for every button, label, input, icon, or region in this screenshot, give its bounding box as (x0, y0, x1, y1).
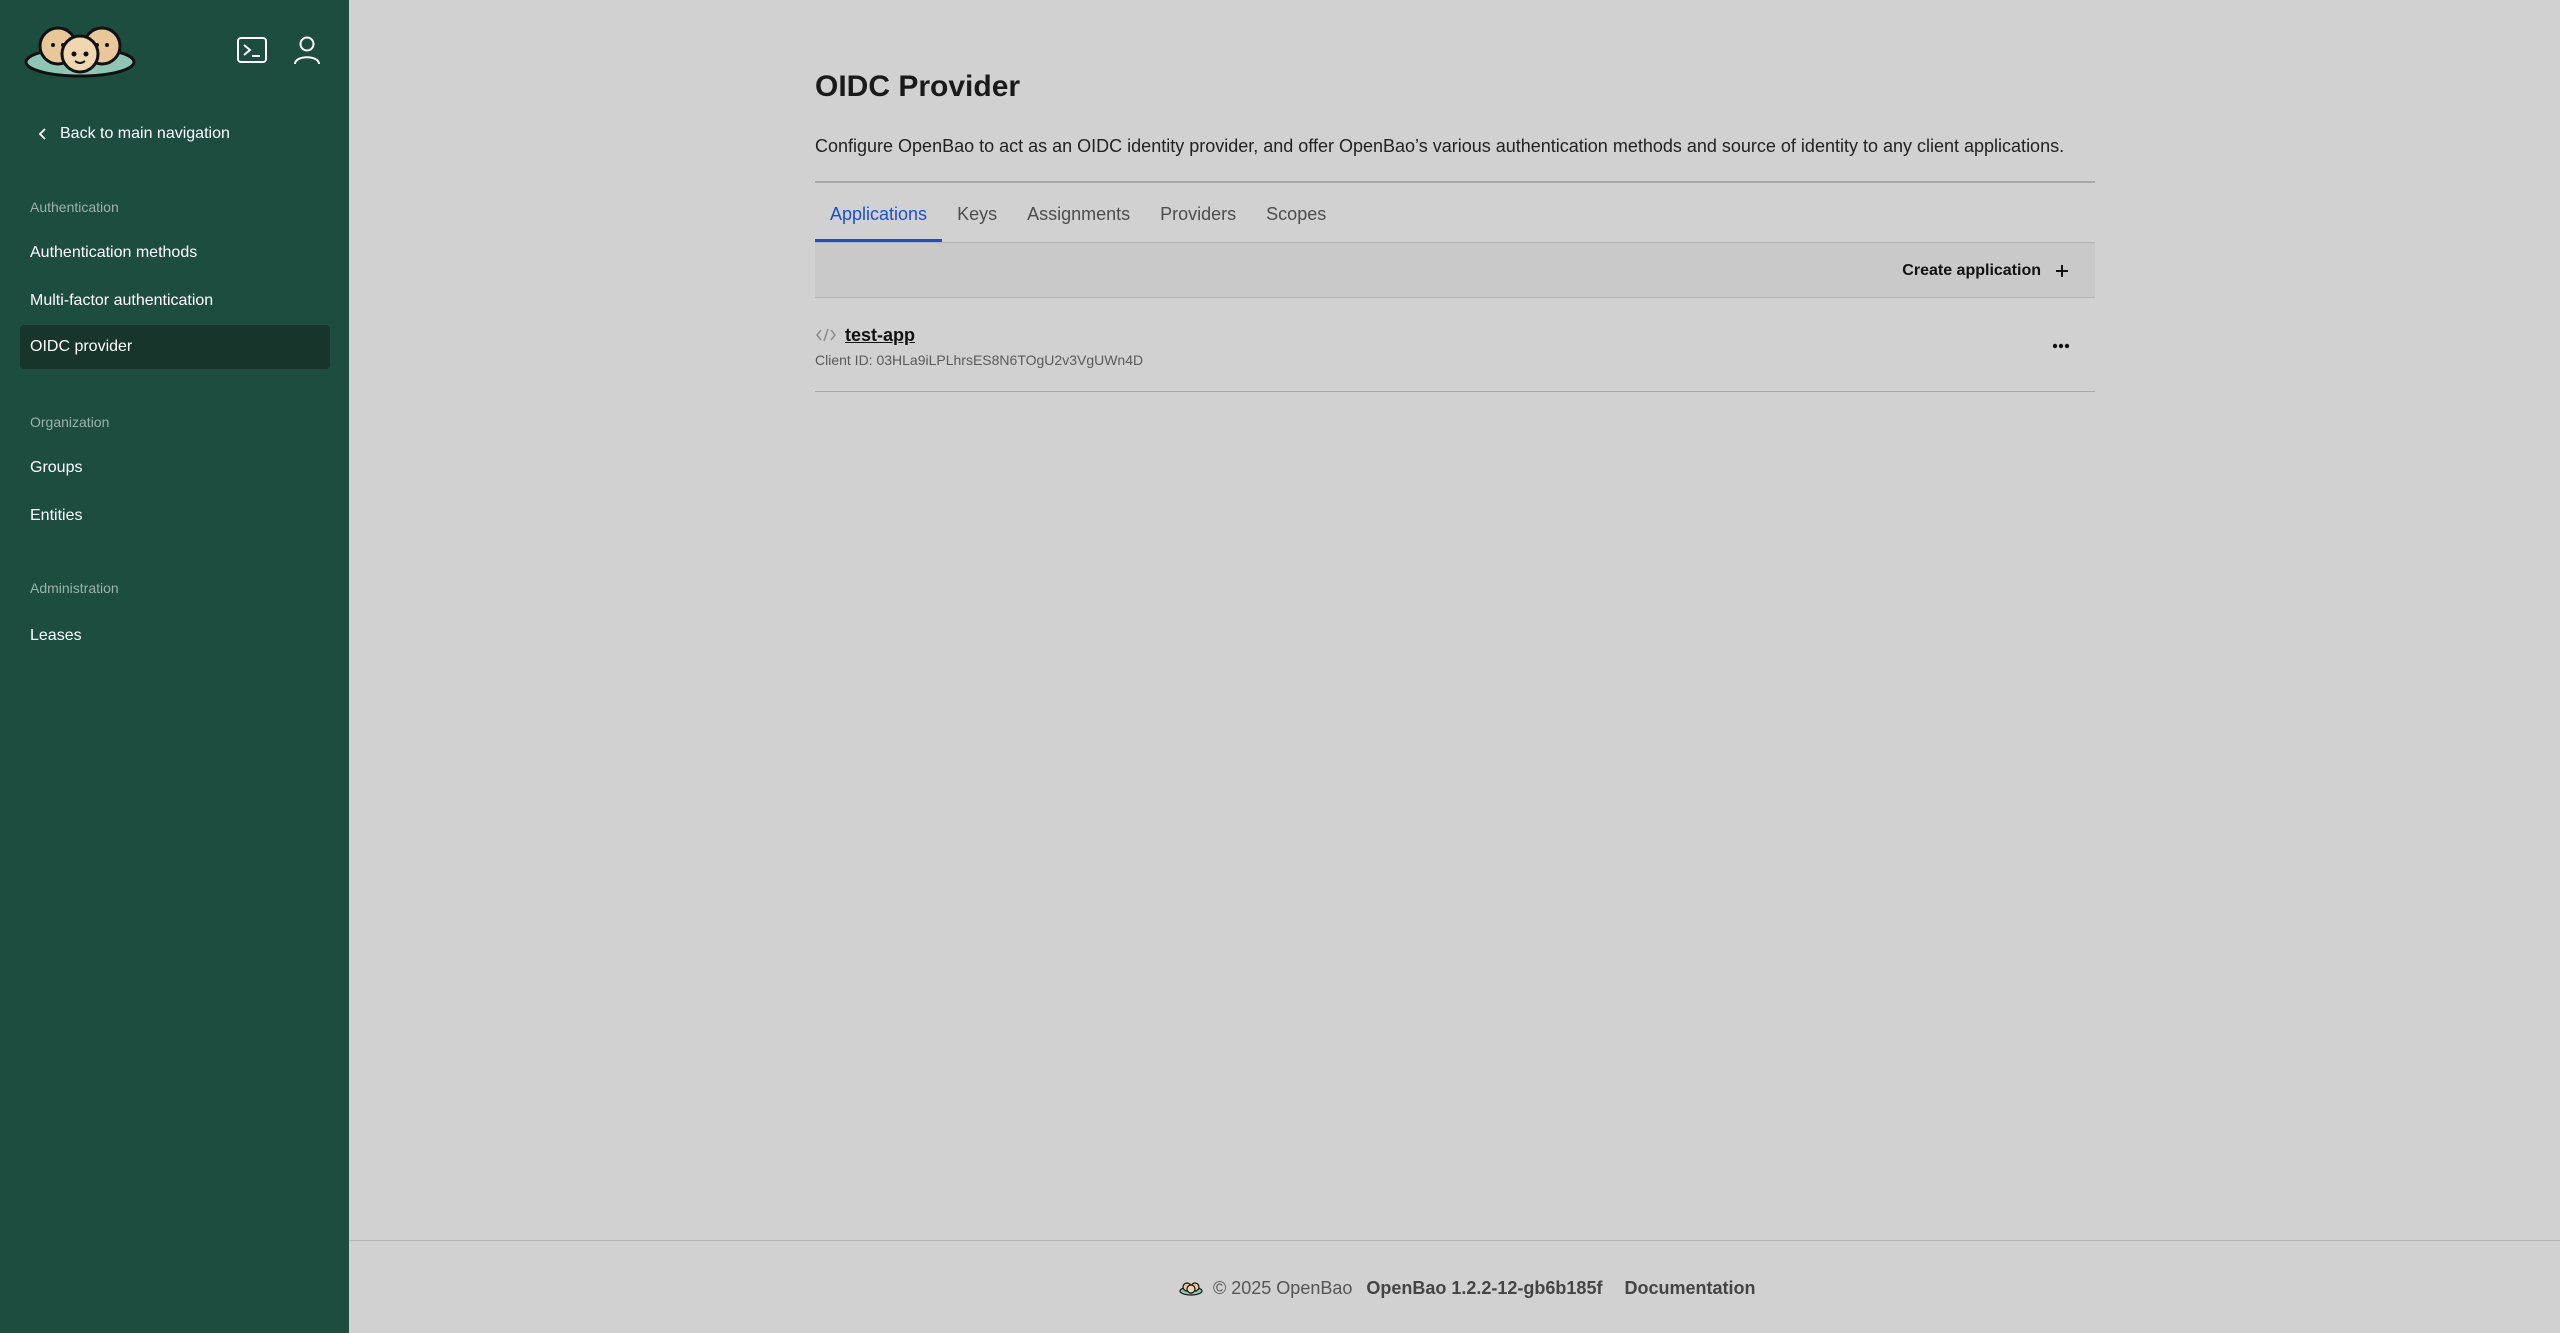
more-options-icon[interactable] (2047, 336, 2075, 356)
plus-icon (2056, 265, 2068, 277)
sidebar-item-label: OIDC provider (30, 338, 133, 355)
back-to-main-navigation-link[interactable]: Back to main navigation (36, 121, 230, 147)
sidebar: Back to main navigation Authentication A… (0, 0, 349, 1333)
application-header: test-app (815, 320, 2095, 350)
page-title: OIDC Provider (815, 70, 1021, 103)
sidebar-item-label: Authentication methods (30, 244, 198, 261)
tab-providers[interactable]: Providers (1145, 198, 1251, 242)
documentation-link[interactable]: Documentation (1624, 1278, 1755, 1299)
footer-copyright: © 2025 OpenBao (1213, 1277, 1353, 1298)
footer-version: OpenBao 1.2.2-12-gb6b185f (1366, 1277, 1603, 1298)
terminal-icon[interactable] (235, 33, 269, 67)
list-item[interactable]: test-app Client ID: 03HLa9iLPLhrsES8N6TO… (815, 320, 2095, 392)
sidebar-item-entities[interactable]: Entities (20, 494, 330, 538)
sidebar-item-label: Leases (30, 627, 82, 644)
tab-bar: Applications Keys Assignments Providers … (815, 198, 1341, 242)
code-icon (816, 328, 836, 342)
section-title-organization: Organization (30, 414, 110, 430)
sidebar-item-oidc-provider[interactable]: OIDC provider (20, 325, 330, 369)
divider (815, 391, 2095, 392)
divider (815, 181, 2095, 183)
sidebar-item-groups[interactable]: Groups (20, 446, 330, 490)
tab-applications[interactable]: Applications (815, 198, 943, 242)
footer: © 2025 OpenBao OpenBao 1.2.2-12-gb6b185f… (349, 1240, 2560, 1333)
create-application-label: Create application (1902, 262, 2041, 279)
sidebar-header (0, 0, 349, 100)
sidebar-item-authentication-methods[interactable]: Authentication methods (20, 231, 330, 275)
openbao-logo-small (1179, 1282, 1203, 1296)
sidebar-item-label: Groups (30, 459, 83, 476)
back-link-label: Back to main navigation (60, 125, 230, 142)
create-application-button[interactable]: Create application (1902, 257, 2069, 285)
sidebar-item-leases[interactable]: Leases (20, 614, 330, 658)
tab-scopes[interactable]: Scopes (1251, 198, 1341, 242)
tab-assignments[interactable]: Assignments (1012, 198, 1145, 242)
section-title-administration: Administration (30, 580, 119, 596)
tab-keys[interactable]: Keys (942, 198, 1012, 242)
application-name-link[interactable]: test-app (845, 325, 915, 346)
toolbar: Create application (815, 242, 2095, 298)
sidebar-item-multi-factor-authentication[interactable]: Multi-factor authentication (20, 279, 330, 323)
openbao-logo[interactable] (24, 20, 136, 78)
sidebar-item-label: Multi-factor authentication (30, 292, 214, 309)
main-content: OIDC Provider Configure OpenBao to act a… (349, 0, 2560, 1240)
chevron-left-icon (38, 128, 46, 140)
user-icon[interactable] (290, 33, 324, 67)
section-title-authentication: Authentication (30, 199, 119, 215)
sidebar-item-label: Entities (30, 507, 83, 524)
footer-content: © 2025 OpenBao OpenBao 1.2.2-12-gb6b185f… (1179, 1275, 1755, 1301)
page-description: Configure OpenBao to act as an OIDC iden… (815, 136, 2065, 156)
client-id-text: Client ID: 03HLa9iLPLhrsES8N6TOgU2v3VgUW… (815, 352, 1144, 368)
